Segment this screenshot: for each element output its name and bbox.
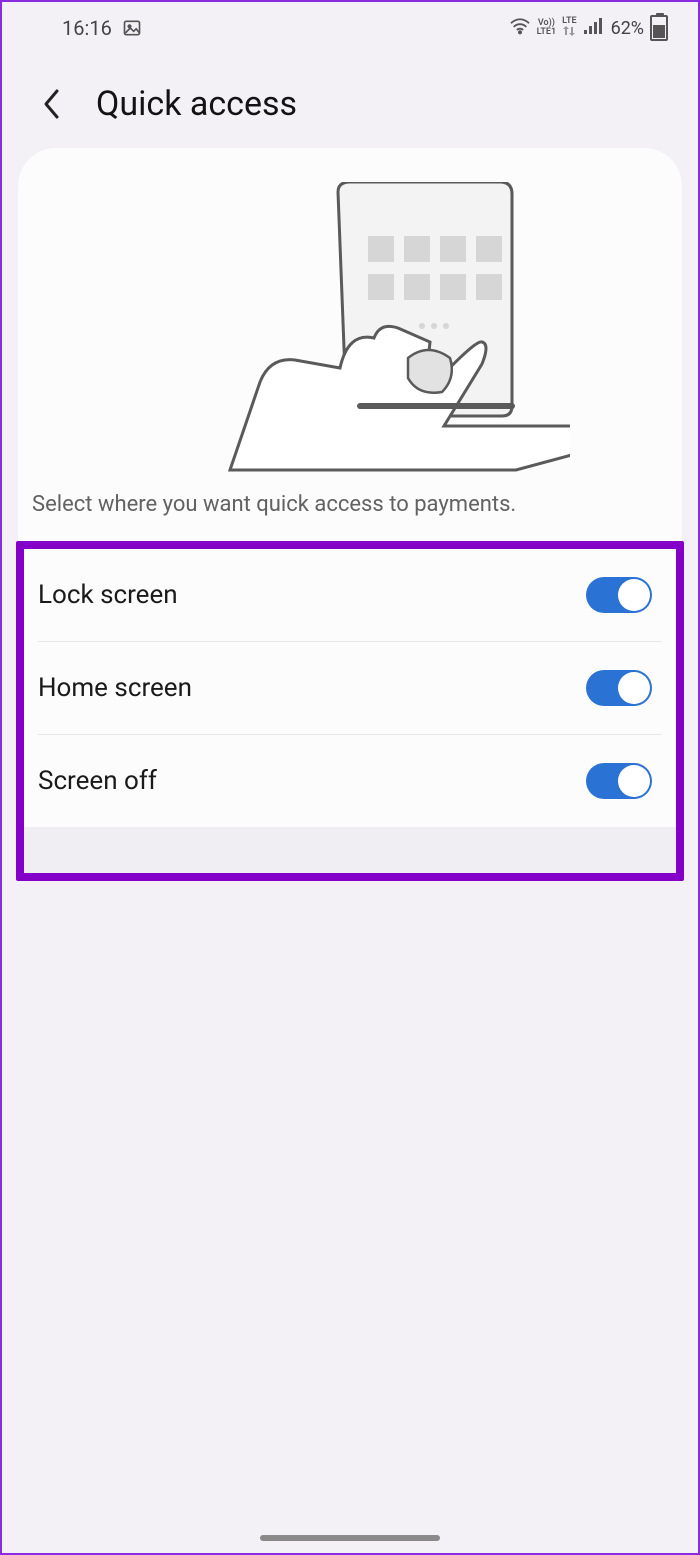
toggle-home-screen[interactable] [586,670,652,706]
data-arrows-icon [562,26,576,39]
setting-label: Home screen [38,673,192,703]
setting-home-screen[interactable]: Home screen [24,642,676,734]
content-card: Select where you want quick access to pa… [18,148,682,881]
status-left: 16:16 [62,16,142,40]
volte-indicator: Vo)) LTE1 [537,19,557,37]
back-button[interactable] [32,84,72,124]
description-text: Select where you want quick access to pa… [18,472,682,541]
settings-highlight: Lock screen Home screen Screen off [16,541,684,881]
status-right: Vo)) LTE1 LTE 62% [509,15,668,41]
battery-icon [650,15,668,41]
lte-label: LTE [562,17,576,26]
setting-screen-off[interactable]: Screen off [24,735,676,827]
setting-label: Screen off [38,766,157,796]
image-indicator-icon [122,18,142,38]
status-time: 16:16 [62,16,112,40]
app-header: Quick access [2,54,698,148]
signal-icon [583,17,605,40]
setting-lock-screen[interactable]: Lock screen [24,549,676,641]
battery-text: 62% [611,18,644,39]
status-bar: 16:16 Vo)) LTE1 LTE [2,2,698,54]
lte-indicator: LTE [562,17,576,39]
setting-label: Lock screen [38,580,178,610]
volte-bot: LTE1 [537,28,557,37]
toggle-lock-screen[interactable] [586,577,652,613]
nav-handle[interactable] [260,1535,440,1541]
toggle-screen-off[interactable] [586,763,652,799]
page-title: Quick access [96,84,297,124]
illustration [18,182,682,472]
highlight-footer [24,827,676,873]
wifi-icon [509,17,531,40]
